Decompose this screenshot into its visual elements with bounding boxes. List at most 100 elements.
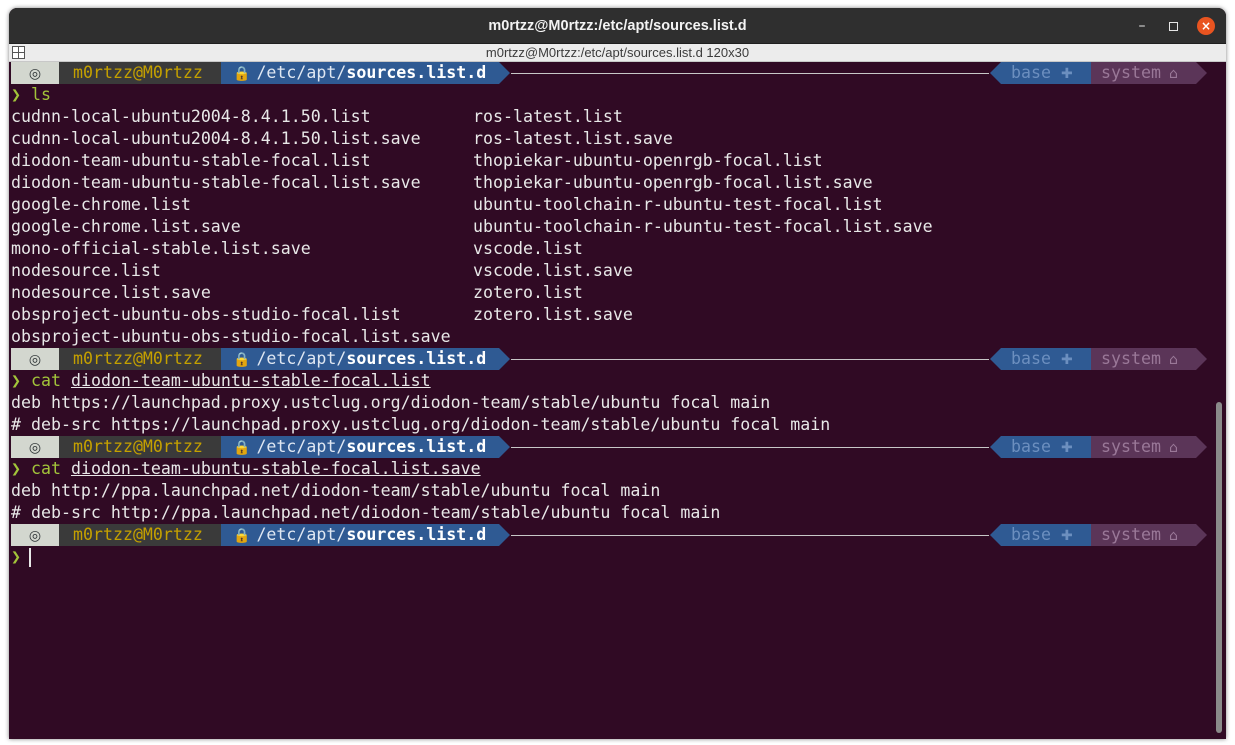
scrollbar-thumb[interactable] [1216,402,1222,733]
ls-row: cudnn-local-ubuntu2004-8.4.1.50.list ros-… [11,106,623,128]
command-line: ❯ cat diodon-team-ubuntu-stable-focal.li… [11,458,481,480]
context-segment: m0rtzz@M0rtzz [59,348,232,370]
env-segment: base ✚ [990,62,1091,84]
os-segment: ◎ [11,524,70,546]
context-segment: m0rtzz@M0rtzz [59,436,232,458]
os-segment: ◎ [11,62,70,84]
ls-entry: nodesource.list [11,261,161,280]
env-name: base [1011,63,1051,82]
command-line: ❯ [11,546,31,568]
maximize-icon [1168,22,1178,31]
ls-row: nodesource.list vscode.list.save [11,260,633,282]
output-line: # deb-src http://ppa.launchpad.net/diodo… [11,503,721,522]
prompt-chevron: ❯ [11,547,21,566]
directory-segment: 🔒 /etc/apt/sources.list.d [221,62,510,84]
ls-entry: vscode.list [473,239,583,258]
prompt-chevron: ❯ [11,85,21,104]
command: cat [31,459,61,478]
ls-row: google-chrome.list ubuntu-toolchain-r-ubu… [11,194,883,216]
os-segment: ◎ [11,348,70,370]
ls-entry: google-chrome.list.save [11,217,241,236]
home-icon: ⌂ [1168,66,1178,82]
command: ls [31,85,51,104]
ls-entry: obsproject-ubuntu-obs-studio-focal.list [11,305,401,324]
tab-bar: m0rtzz@M0rtzz:/etc/apt/sources.list.d 12… [9,44,1226,62]
ubuntu-icon: ◎ [28,528,42,544]
prompt-line: ◎ m0rtzz@M0rtzz 🔒 /etc/apt/sources.list.d ba… [11,348,1207,370]
command-argument[interactable]: diodon-team-ubuntu-stable-focal.list.sav… [71,459,481,478]
command-line: ❯ cat diodon-team-ubuntu-stable-focal.li… [11,370,431,392]
context-segment: m0rtzz@M0rtzz [59,62,232,84]
ubuntu-icon: ◎ [28,66,42,82]
ls-entry: mono-official-stable.list.save [11,239,311,258]
prompt-line: ◎ m0rtzz@M0rtzz 🔒 /etc/apt/sources.list.d ba… [11,62,1207,84]
ls-entry: cudnn-local-ubuntu2004-8.4.1.50.list.sav… [11,129,421,148]
system-segment: system ⌂ [1091,524,1207,546]
env-segment: base ✚ [990,524,1091,546]
output-line: # deb-src https://launchpad.proxy.ustclu… [11,415,831,434]
system-segment: system ⌂ [1091,348,1207,370]
title-bar[interactable]: m0rtzz@M0rtzz:/etc/apt/sources.list.d – … [9,8,1226,44]
ls-entry: thopiekar-ubuntu-openrgb-focal.list [473,151,823,170]
system-name: system [1101,63,1161,82]
window-title: m0rtzz@M0rtzz:/etc/apt/sources.list.d [488,18,747,34]
python-env-icon: ✚ [1060,352,1073,368]
command-argument[interactable]: diodon-team-ubuntu-stable-focal.list [71,371,431,390]
prompt-chevron: ❯ [11,459,21,478]
directory-name: sources.list.d [346,63,487,82]
ls-entry: google-chrome.list [11,195,191,214]
ls-entry: ros-latest.list [473,107,623,126]
ls-entry: zotero.list.save [473,305,633,324]
terminal-window: m0rtzz@M0rtzz:/etc/apt/sources.list.d – … [9,8,1226,739]
ls-entry: diodon-team-ubuntu-stable-focal.list.sav… [11,173,421,192]
directory-prefix: /etc/apt/ [256,63,347,82]
text-cursor[interactable] [29,548,31,567]
lock-icon: 🔒 [233,66,251,82]
directory-segment: 🔒 /etc/apt/sources.list.d [221,524,510,546]
prompt-rule [511,535,989,536]
tab-title: m0rtzz@M0rtzz:/etc/apt/sources.list.d 12… [485,45,750,60]
ls-entry: ros-latest.list.save [473,129,673,148]
output-line: deb https://launchpad.proxy.ustclug.org/… [11,393,771,412]
system-segment: system ⌂ [1091,62,1207,84]
ls-entry: vscode.list.save [473,261,633,280]
prompt-rule [511,359,989,360]
ls-entry: ubuntu-toolchain-r-ubuntu-test-focal.lis… [473,195,883,214]
prompt-chevron: ❯ [11,371,21,390]
directory-name: sources.list.d [346,525,487,544]
lock-icon: 🔒 [233,528,251,544]
ls-entry: nodesource.list.save [11,283,211,302]
ls-entry: zotero.list [473,283,583,302]
command: cat [31,371,61,390]
ls-row: obsproject-ubuntu-obs-studio-focal.list z… [11,304,633,326]
python-env-icon: ✚ [1060,528,1073,544]
ls-row: cudnn-local-ubuntu2004-8.4.1.50.list.sav… [11,128,673,150]
command-line: ❯ ls [11,84,51,106]
env-segment: base ✚ [990,348,1091,370]
system-segment: system ⌂ [1091,436,1207,458]
os-segment: ◎ [11,436,70,458]
close-button[interactable]: × [1197,17,1215,35]
ls-entry: thopiekar-ubuntu-openrgb-focal.list.save [473,173,873,192]
directory-segment: 🔒 /etc/apt/sources.list.d [221,436,510,458]
context-segment: m0rtzz@M0rtzz [59,524,232,546]
ubuntu-icon: ◎ [28,352,42,368]
ls-entry: ubuntu-toolchain-r-ubuntu-test-focal.lis… [473,217,933,236]
directory-prefix: /etc/apt/ [256,349,347,368]
directory-name: sources.list.d [346,349,487,368]
maximize-button[interactable] [1164,17,1182,35]
directory-prefix: /etc/apt/ [256,525,347,544]
env-name: base [1011,437,1051,456]
prompt-line: ◎ m0rtzz@M0rtzz 🔒 /etc/apt/sources.list.d ba… [11,524,1207,546]
env-segment: base ✚ [990,436,1091,458]
home-icon: ⌂ [1168,352,1178,368]
minimize-button[interactable]: – [1133,17,1151,35]
ls-row: nodesource.list.save zotero.list [11,282,583,304]
directory-name: sources.list.d [346,437,487,456]
scrollbar[interactable] [1213,62,1226,739]
system-name: system [1101,437,1161,456]
env-name: base [1011,349,1051,368]
lock-icon: 🔒 [233,440,251,456]
ls-entry: cudnn-local-ubuntu2004-8.4.1.50.list [11,107,371,126]
terminal-output[interactable]: ◎ m0rtzz@M0rtzz 🔒/etc/apt/sources.list.d ba… [9,62,1213,739]
